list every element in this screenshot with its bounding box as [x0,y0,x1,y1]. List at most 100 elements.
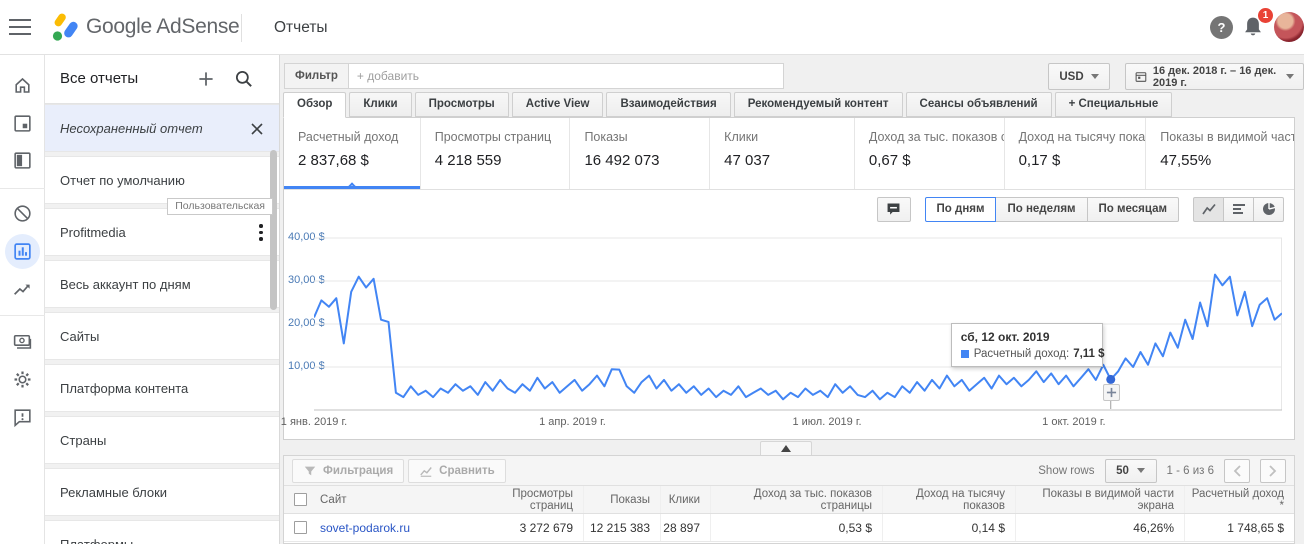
scorecard-clicks[interactable]: Клики 47 037 [710,118,855,189]
avatar[interactable] [1274,12,1304,42]
site-link[interactable]: sovet-podarok.ru [318,521,478,535]
table-row: sovet-podarok.ru 3 272 679 12 215 383 28… [284,514,1294,542]
column-header[interactable]: Клики [660,486,710,513]
column-header[interactable]: Показы в видимой части экрана [1015,486,1184,513]
notifications-button[interactable]: 1 [1241,8,1273,42]
column-header[interactable]: Расчетный доход * [1184,486,1294,513]
filter-input[interactable] [348,63,784,89]
adsense-logo-icon [52,13,78,41]
sites-icon[interactable] [0,142,45,178]
sidebar-item-countries[interactable]: Страны [45,416,279,464]
sidebar-item-sites[interactable]: Сайты [45,312,279,360]
bar-chart-icon[interactable] [1223,196,1254,222]
chart-controls: По дням По неделям По месяцам [284,190,1294,228]
chevron-right-icon [1269,464,1277,477]
calendar-icon [1135,72,1147,82]
sidebar-item-platforms[interactable]: Платформы [45,520,279,544]
column-header[interactable]: Сайт [318,494,478,506]
payments-icon[interactable] [0,323,45,359]
tab-custom[interactable]: + Специальные [1054,92,1173,117]
tab-views[interactable]: Просмотры [414,92,509,117]
revenue-line-chart[interactable] [314,230,1282,414]
sidebar-item-whole-account-by-day[interactable]: Весь аккаунт по дням [45,260,279,308]
table-filter-button[interactable]: Фильтрация [292,458,405,483]
rail-separator [0,315,45,316]
column-header[interactable]: Доход за тыс. показов страницы [710,486,882,513]
sidebar-item-content-platform[interactable]: Платформа контента [45,364,279,412]
date-range-button[interactable]: 16 дек. 2018 г. – 16 дек. 2019 г. [1125,63,1304,90]
tooltip-date: сб, 12 окт. 2019 [960,330,1050,344]
chart-area: 10,00 $ 20,00 $ 30,00 $ 40,00 $ сб, 12 о… [280,228,1294,434]
row-checkbox[interactable] [294,521,307,534]
tab-interactions[interactable]: Взаимодействия [606,92,731,117]
granularity-by-day[interactable]: По дням [924,196,997,222]
column-header[interactable]: Доход на тысячу показов [882,486,1015,513]
add-report-icon[interactable] [195,68,217,90]
select-all-checkbox[interactable] [294,493,307,506]
chevron-down-icon [1136,468,1145,473]
chevron-down-icon [1090,74,1099,79]
scorecard-page-rpm[interactable]: Доход за тыс. показов с... 0,67 $ [855,118,1005,189]
custom-report-badge: Пользовательская [167,198,273,215]
sidebar-item-ad-units[interactable]: Рекламные блоки [45,468,279,516]
collapse-chart-button[interactable] [760,441,812,455]
sidebar-item-default-report[interactable]: Отчет по умолчанию [45,156,279,204]
prev-page-button[interactable] [1224,458,1250,483]
sidebar-item-profitmedia[interactable]: Пользовательская Profitmedia [45,198,279,256]
funnel-icon [304,466,316,475]
more-options-icon[interactable] [259,224,263,244]
settings-icon[interactable] [0,361,45,397]
sidebar-header: Все отчеты [45,55,279,104]
tab-recommended-content[interactable]: Рекомендуемый контент [733,92,903,117]
nav-rail [0,55,45,544]
currency-select[interactable]: USD [1048,63,1110,90]
chart-tooltip: сб, 12 окт. 2019 Расчетный доход: 7,11 $ [950,323,1105,367]
annotations-button[interactable] [876,196,911,222]
report-tabs: Обзор Клики Просмотры Active View Взаимо… [283,92,1175,118]
chevron-down-icon [1286,74,1294,79]
scorecard-estimated-earnings[interactable]: Расчетный доход 2 837,68 $ [284,118,421,189]
close-icon[interactable] [247,119,267,139]
x-axis-label: 1 янв. 2019 г. [280,416,348,428]
line-chart-icon[interactable] [1193,196,1224,222]
scorecard-viewability[interactable]: Показы в видимой част... 47,55% [1146,118,1294,189]
page-size-select[interactable]: 50 [1104,458,1157,483]
blocking-controls-icon[interactable] [0,195,45,231]
menu-icon[interactable] [9,18,31,36]
scorecard-page-views[interactable]: Просмотры страниц 4 218 559 [421,118,571,189]
tab-active-view[interactable]: Active View [511,92,604,117]
tab-overview[interactable]: Обзор [283,92,347,118]
help-icon[interactable]: ? [1210,16,1233,39]
scorecard-impressions[interactable]: Показы 16 492 073 [570,118,711,189]
optimization-icon[interactable] [0,271,45,307]
column-header[interactable]: Показы [583,486,660,513]
ads-icon[interactable] [0,105,45,141]
sidebar-title: Все отчеты [60,70,139,87]
app-header: Google AdSense Отчеты ? 1 [0,0,1304,55]
add-annotation-marker[interactable] [1102,384,1120,401]
sidebar-scrollbar[interactable] [270,150,277,310]
search-icon[interactable] [233,68,255,90]
main-content: Фильтр USD 16 дек. 2018 г. – 16 дек. 201… [280,55,1304,544]
feedback-icon[interactable] [0,399,45,435]
reports-icon[interactable] [0,233,45,269]
cell-clicks: 28 897 [660,514,710,541]
sidebar-list: Несохраненный отчет Отчет по умолчанию П… [45,104,279,544]
next-page-button[interactable] [1260,458,1286,483]
compare-chart-icon [420,466,432,477]
header-divider [241,14,242,42]
page-title: Отчеты [274,19,328,36]
cell-viewability: 46,26% [1015,514,1184,541]
table-compare-button[interactable]: Сравнить [408,458,506,483]
x-axis-label: 1 окт. 2019 г. [1042,416,1106,428]
scorecard-impression-rpm[interactable]: Доход на тысячу показов 0,17 $ [1005,118,1147,189]
home-icon[interactable] [0,67,45,103]
tab-ad-sessions[interactable]: Сеансы объявлений [905,92,1052,117]
sidebar-item-unsaved-report[interactable]: Несохраненный отчет [45,104,279,152]
granularity-by-month[interactable]: По месяцам [1086,196,1179,222]
cell-page-views: 3 272 679 [519,520,573,535]
tab-clicks[interactable]: Клики [349,92,412,117]
column-header[interactable]: Просмотры страниц [478,486,583,513]
granularity-by-week[interactable]: По неделям [995,196,1088,222]
pie-chart-icon[interactable] [1253,196,1284,222]
